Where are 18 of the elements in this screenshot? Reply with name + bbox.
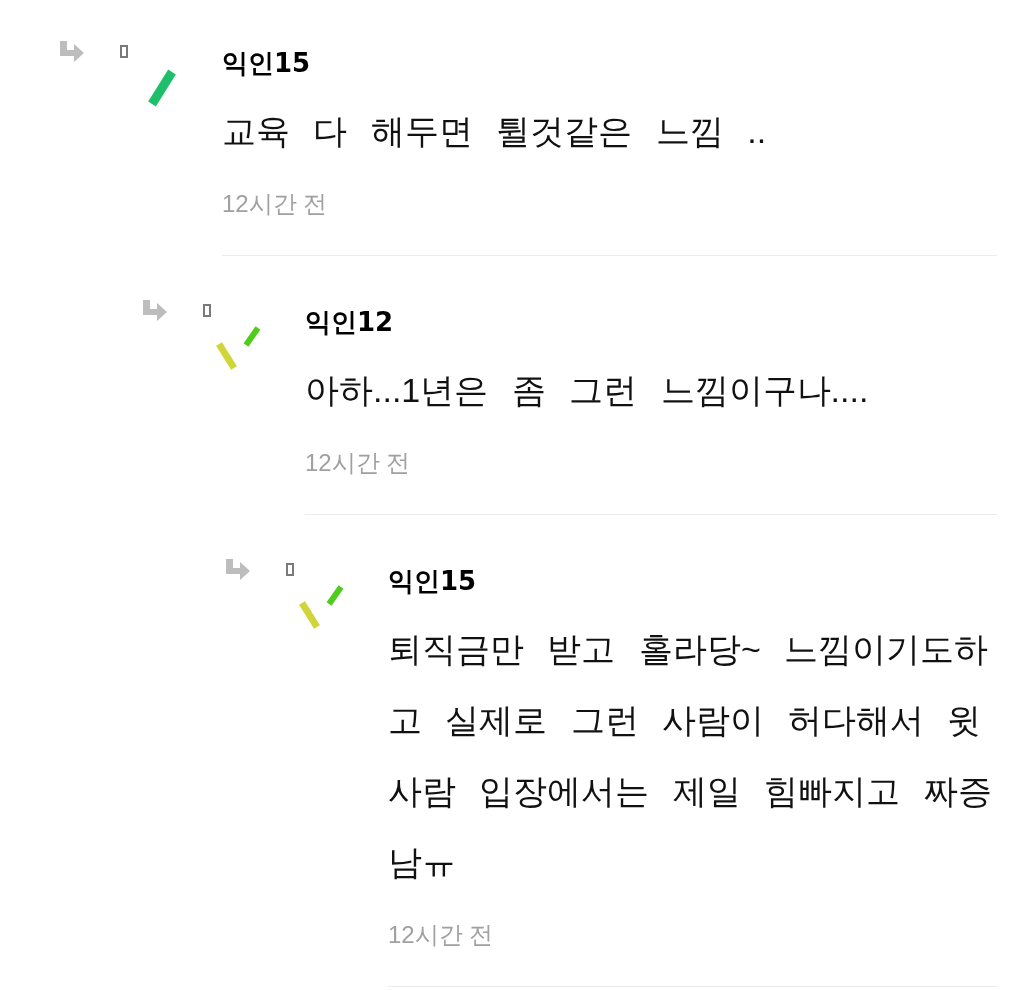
comment-text: 교육 다 해두면 튈것같은 느낌 .. [222, 111, 768, 152]
confetti-icon [299, 585, 344, 629]
reply-arrow-icon [60, 41, 84, 65]
author-name: 익인15 [222, 47, 311, 79]
author-name: 익인12 [305, 306, 394, 338]
reply-arrow-icon [226, 559, 250, 583]
confetti-icon [148, 69, 176, 107]
comment-time: 12시간 전 [388, 920, 494, 950]
confetti-icon [216, 326, 261, 370]
reply-arrow-icon [143, 300, 167, 324]
comment-time: 12시간 전 [222, 189, 328, 219]
comment-text: 퇴직금만 받고 홀라당~ 느낌이기도하고 실제로 그런 사람이 허다해서 윗 사람 입장에서는 제일 힘빠지고 짜증남ㅠ [388, 629, 993, 883]
comment-text: 아하...1년은 좀 그런 느낌이구나.... [305, 370, 870, 411]
comment-time: 12시간 전 [305, 448, 411, 478]
rectangle-icon [120, 45, 128, 58]
rectangle-icon [203, 304, 211, 317]
rectangle-icon [286, 563, 294, 576]
author-name: 익인15 [388, 565, 477, 597]
